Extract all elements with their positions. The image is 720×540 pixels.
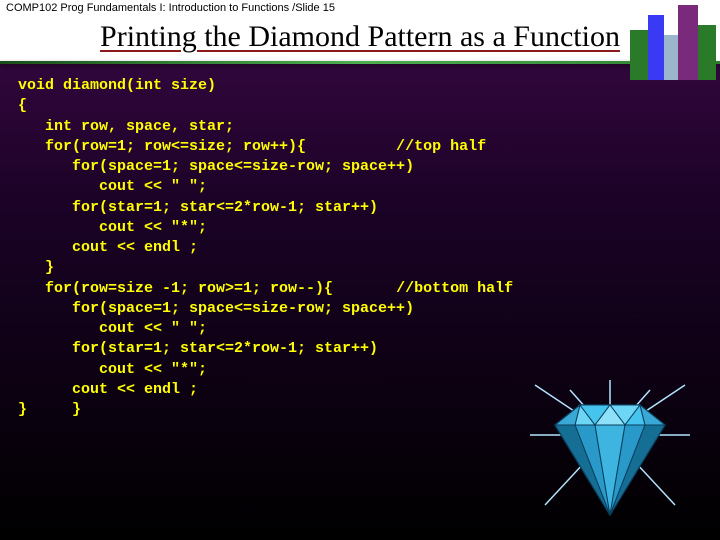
code-line: cout << "*"; (18, 219, 207, 236)
city-decoration-icon (630, 0, 720, 80)
code-line: int row, space, star; (18, 118, 234, 135)
code-line: cout << " "; (18, 178, 207, 195)
code-line: for(space=1; space<=size-row; space++) (18, 300, 414, 317)
code-line: for(star=1; star<=2*row-1; star++) (18, 199, 378, 216)
slide-header: COMP102 Prog Fundamentals I: Introductio… (0, 0, 720, 16)
code-line: cout << " "; (18, 320, 207, 337)
code-line: void diamond(int size) (18, 77, 216, 94)
code-line: } (18, 259, 54, 276)
code-line: for(space=1; space<=size-row; space++) (18, 158, 414, 175)
code-comment: //top half (306, 138, 486, 155)
diamond-icon (525, 375, 695, 525)
code-line: for(star=1; star<=2*row-1; star++) (18, 340, 378, 357)
code-line: } } (18, 401, 81, 418)
code-line: for(row=size -1; row>=1; row--){ (18, 280, 333, 297)
code-line: cout << endl ; (18, 381, 198, 398)
code-comment: //bottom half (333, 280, 513, 297)
code-line: { (18, 97, 27, 114)
code-line: for(row=1; row<=size; row++){ (18, 138, 306, 155)
slide-title: Printing the Diamond Pattern as a Functi… (0, 16, 720, 61)
code-line: cout << endl ; (18, 239, 198, 256)
code-line: cout << "*"; (18, 361, 207, 378)
